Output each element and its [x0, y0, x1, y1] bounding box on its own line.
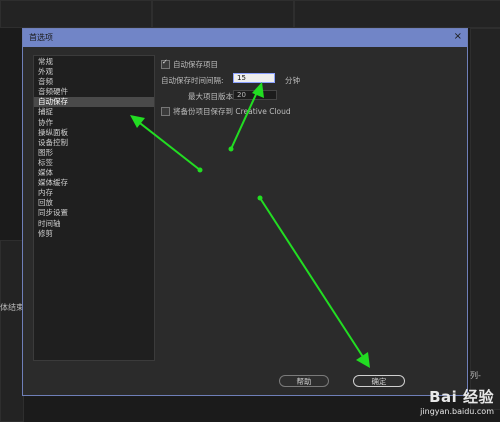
- cloud-backup-checkbox[interactable]: [161, 106, 170, 116]
- background-panel-left: [0, 240, 24, 422]
- baidu-watermark: Bai 经验 jingyan.baidu.com: [420, 386, 494, 416]
- category-item[interactable]: 图形: [34, 148, 154, 158]
- category-item[interactable]: 外观: [34, 67, 154, 77]
- interval-label: 自动保存时间间隔:: [161, 76, 224, 85]
- category-item[interactable]: 媒体: [34, 168, 154, 178]
- dialog-title: 首选项: [29, 33, 53, 42]
- category-item[interactable]: 常规: [34, 57, 154, 67]
- category-item[interactable]: 同步设置: [34, 208, 154, 218]
- category-item[interactable]: 媒体缓存: [34, 178, 154, 188]
- auto-save-label: 自动保存项目: [173, 60, 218, 69]
- preferences-dialog: 首选项 × 常规 外观 音频 音频硬件 自动保存 捕捉 协作 操纵面板 设备控制 图形 标签 媒体 媒体…: [22, 28, 468, 396]
- category-item[interactable]: 标签: [34, 158, 154, 168]
- category-item[interactable]: 协作: [34, 118, 154, 128]
- close-icon[interactable]: ×: [454, 31, 462, 42]
- background-panel-left-text: 体结束: [0, 303, 24, 312]
- interval-unit: 分钟: [285, 76, 300, 85]
- category-item[interactable]: 操纵面板: [34, 128, 154, 138]
- category-item[interactable]: 捕捉: [34, 107, 154, 117]
- background-panel-right: [470, 28, 500, 410]
- auto-save-option[interactable]: 自动保存项目: [161, 58, 218, 70]
- category-item[interactable]: 自动保存: [34, 97, 154, 108]
- category-item[interactable]: 修剪: [34, 229, 154, 239]
- background-panel-right-text: 列-: [470, 371, 481, 380]
- max-versions-label: 最大项目版本:: [188, 92, 236, 101]
- max-versions-input[interactable]: 20: [233, 90, 277, 100]
- category-list: 常规 外观 音频 音频硬件 自动保存 捕捉 协作 操纵面板 设备控制 图形 标签 媒体 媒体缓存 内存 回放…: [33, 55, 155, 361]
- auto-save-checkbox[interactable]: [161, 58, 170, 69]
- ok-button[interactable]: 确定: [353, 375, 405, 387]
- category-item[interactable]: 内存: [34, 188, 154, 198]
- category-item[interactable]: 时间轴: [34, 219, 154, 229]
- category-item[interactable]: 音频: [34, 77, 154, 87]
- category-item[interactable]: 设备控制: [34, 138, 154, 148]
- background-panel-top-right: [294, 0, 500, 28]
- interval-input[interactable]: 15: [233, 73, 275, 83]
- background-panel-top-mid: [152, 0, 294, 28]
- cloud-backup-label: 将备份项目保存到 Creative Cloud: [173, 107, 291, 116]
- cloud-backup-option[interactable]: 将备份项目保存到 Creative Cloud: [161, 106, 291, 117]
- watermark-url: jingyan.baidu.com: [420, 407, 494, 416]
- dialog-title-bar[interactable]: 首选项 ×: [23, 29, 467, 47]
- help-button[interactable]: 帮助: [279, 375, 329, 387]
- category-item[interactable]: 回放: [34, 198, 154, 208]
- watermark-logo: Bai 经验: [429, 388, 494, 406]
- category-item[interactable]: 音频硬件: [34, 87, 154, 97]
- background-panel-top-left: [0, 0, 152, 28]
